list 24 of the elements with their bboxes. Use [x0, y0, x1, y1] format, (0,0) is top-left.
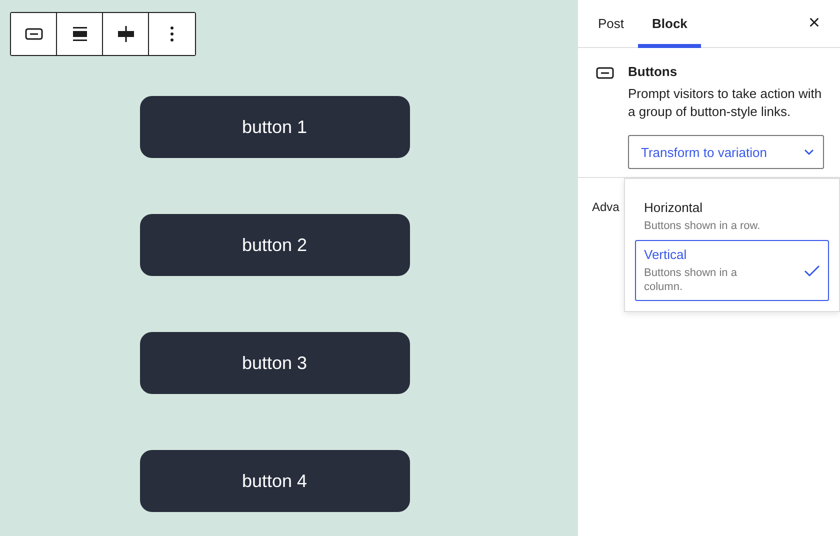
option-title: Horizontal [644, 200, 704, 215]
option-description: Buttons shown in a row. [644, 219, 760, 233]
toolbar-button[interactable] [11, 13, 57, 55]
canvas-button[interactable]: button 4 [140, 450, 410, 512]
option-description: Buttons shown in a column. [644, 266, 738, 294]
canvas-button[interactable]: button 2 [140, 214, 410, 276]
justify-icon [72, 26, 88, 42]
buttons-block-icon [596, 67, 614, 79]
advanced-label: Adva [591, 199, 620, 216]
block-title: Buttons [628, 64, 678, 79]
sidebar-tab[interactable]: Block [638, 0, 702, 48]
close-button[interactable]: × [802, 11, 826, 36]
center-align-icon [116, 26, 134, 42]
more-options-icon [170, 26, 174, 42]
canvas-button[interactable]: button 1 [140, 96, 410, 158]
transform-dropdown[interactable]: Transform to variation [628, 135, 824, 169]
option-title: Vertical [644, 247, 688, 262]
variation-option[interactable]: Vertical Buttons shown in a column. [635, 240, 829, 301]
canvas-button[interactable]: button 3 [140, 332, 410, 394]
buttons-block-icon [24, 28, 42, 40]
check-icon [804, 264, 820, 276]
chevron-down-icon [803, 148, 815, 156]
sidebar-tab[interactable]: Post [584, 0, 638, 48]
block-description: Prompt visitors to take action with a group of button-style links. [628, 85, 823, 121]
